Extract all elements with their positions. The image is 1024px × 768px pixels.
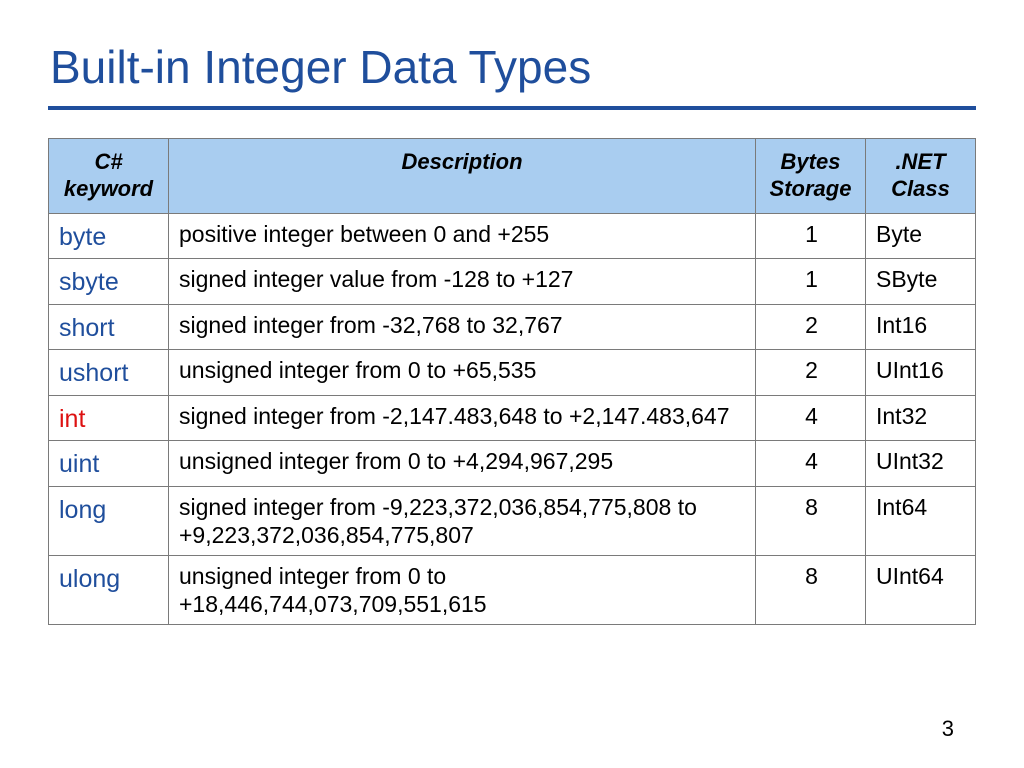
table-row: ushortunsigned integer from 0 to +65,535… (49, 350, 976, 396)
cell-description: positive integer between 0 and +255 (169, 213, 756, 259)
data-types-table: C# keyword Description Bytes Storage .NE… (48, 138, 976, 625)
cell-description: signed integer from -2,147.483,648 to +2… (169, 395, 756, 441)
cell-bytes: 2 (756, 304, 866, 350)
cell-keyword: ulong (49, 555, 169, 624)
page-number: 3 (942, 716, 954, 742)
cell-netclass: SByte (866, 259, 976, 305)
cell-netclass: UInt16 (866, 350, 976, 396)
header-description: Description (169, 139, 756, 214)
cell-keyword: int (49, 395, 169, 441)
cell-description: signed integer from -9,223,372,036,854,7… (169, 486, 756, 555)
table-row: uintunsigned integer from 0 to +4,294,96… (49, 441, 976, 487)
cell-netclass: Int32 (866, 395, 976, 441)
cell-keyword: byte (49, 213, 169, 259)
cell-bytes: 8 (756, 555, 866, 624)
slide-title: Built-in Integer Data Types (50, 40, 976, 94)
header-netclass: .NET Class (866, 139, 976, 214)
cell-keyword: short (49, 304, 169, 350)
cell-netclass: Int16 (866, 304, 976, 350)
cell-keyword: sbyte (49, 259, 169, 305)
title-rule (48, 106, 976, 110)
cell-keyword: long (49, 486, 169, 555)
cell-description: unsigned integer from 0 to +4,294,967,29… (169, 441, 756, 487)
cell-netclass: Int64 (866, 486, 976, 555)
header-bytes: Bytes Storage (756, 139, 866, 214)
cell-bytes: 4 (756, 395, 866, 441)
table-row: longsigned integer from -9,223,372,036,8… (49, 486, 976, 555)
cell-netclass: UInt32 (866, 441, 976, 487)
cell-keyword: uint (49, 441, 169, 487)
table-row: intsigned integer from -2,147.483,648 to… (49, 395, 976, 441)
cell-bytes: 2 (756, 350, 866, 396)
cell-bytes: 8 (756, 486, 866, 555)
cell-bytes: 1 (756, 259, 866, 305)
table-row: ulongunsigned integer from 0 to +18,446,… (49, 555, 976, 624)
cell-netclass: UInt64 (866, 555, 976, 624)
table-row: sbytesigned integer value from -128 to +… (49, 259, 976, 305)
table-row: shortsigned integer from -32,768 to 32,7… (49, 304, 976, 350)
cell-description: unsigned integer from 0 to +65,535 (169, 350, 756, 396)
cell-keyword: ushort (49, 350, 169, 396)
cell-bytes: 1 (756, 213, 866, 259)
cell-description: signed integer value from -128 to +127 (169, 259, 756, 305)
header-keyword: C# keyword (49, 139, 169, 214)
cell-description: unsigned integer from 0 to +18,446,744,0… (169, 555, 756, 624)
table-row: bytepositive integer between 0 and +2551… (49, 213, 976, 259)
cell-description: signed integer from -32,768 to 32,767 (169, 304, 756, 350)
cell-netclass: Byte (866, 213, 976, 259)
cell-bytes: 4 (756, 441, 866, 487)
slide: Built-in Integer Data Types C# keyword D… (0, 0, 1024, 768)
table-header-row: C# keyword Description Bytes Storage .NE… (49, 139, 976, 214)
